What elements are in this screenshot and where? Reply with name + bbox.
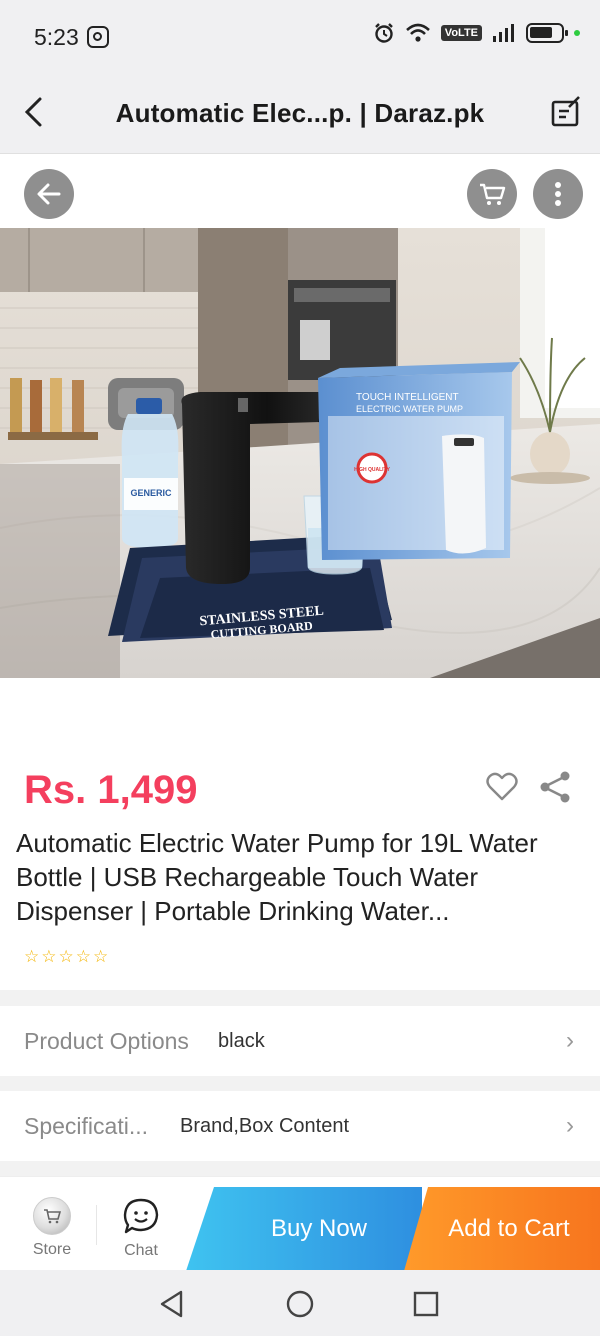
star-icon: ☆ xyxy=(41,947,57,966)
product-title: Automatic Electric Water Pump for 19L Wa… xyxy=(16,828,538,926)
nav-home-icon xyxy=(286,1290,314,1318)
title-bar: Automatic Elec...p. | Daraz.pk xyxy=(0,74,600,154)
share-button[interactable] xyxy=(538,770,574,806)
nav-back-button[interactable] xyxy=(154,1286,190,1322)
status-dot xyxy=(574,30,580,36)
more-button[interactable] xyxy=(533,169,583,219)
alarm-icon xyxy=(374,23,393,43)
box-badge: HIGH QUALITY xyxy=(354,467,390,473)
cart-icon xyxy=(44,1209,61,1224)
product-price: Rs. 1,499 xyxy=(24,768,198,812)
product-info: Rs. 1,499 Automatic Electric Water Pump … xyxy=(0,748,600,990)
bottle-label: GENERIC xyxy=(130,488,172,498)
gallery-action-bar xyxy=(0,154,600,228)
chevron-right-icon: › xyxy=(566,1112,574,1139)
signal-icon xyxy=(493,24,514,42)
back-arrow-icon xyxy=(37,183,61,205)
star-icon: ☆ xyxy=(58,947,74,966)
store-logo xyxy=(33,1197,71,1235)
nav-recents-icon xyxy=(413,1291,439,1317)
status-time: 5:23 xyxy=(34,23,79,50)
rating-stars[interactable]: ☆ ☆ ☆ ☆ ☆ xyxy=(24,948,108,965)
gallery-back-button[interactable] xyxy=(24,169,74,219)
chevron-right-icon: › xyxy=(566,1027,574,1054)
volte-badge: VoLTE xyxy=(440,25,482,41)
star-icon: ☆ xyxy=(93,947,109,966)
store-label: Store xyxy=(32,1241,72,1258)
box-line2: ELECTRIC WATER PUMP xyxy=(356,404,463,414)
product-options-row[interactable]: Product Options black › xyxy=(0,1006,600,1076)
cart-button[interactable] xyxy=(467,169,517,219)
product-options-label: Product Options xyxy=(24,1027,189,1054)
store-button[interactable]: Store xyxy=(18,1197,86,1259)
product-image[interactable]: GENERIC STAINLESS STEEL CUTTING BOARD TO… xyxy=(0,228,600,678)
page-title: Automatic Elec...p. | Daraz.pk xyxy=(115,98,485,128)
more-icon xyxy=(555,182,561,206)
battery-icon xyxy=(526,23,568,43)
status-bar: 5:23 VoLTE xyxy=(0,0,600,74)
share-icon xyxy=(540,771,570,803)
image-spacer xyxy=(0,678,600,748)
chat-button[interactable]: Chat xyxy=(108,1197,174,1260)
specifications-value: Brand,Box Content xyxy=(180,1114,349,1137)
buy-now-button[interactable]: Buy Now xyxy=(186,1187,422,1271)
wifi-icon xyxy=(405,23,430,42)
box-line1: TOUCH INTELLIGENT xyxy=(356,392,459,403)
status-icons: VoLTE xyxy=(373,22,580,44)
nav-back-icon xyxy=(160,1290,183,1318)
nav-home-button[interactable] xyxy=(282,1286,318,1322)
nav-recents-button[interactable] xyxy=(408,1286,444,1322)
product-options-value: black xyxy=(218,1029,265,1052)
edit-button[interactable] xyxy=(546,92,586,132)
add-to-cart-button[interactable]: Add to Cart xyxy=(404,1187,600,1271)
chat-icon xyxy=(123,1198,159,1234)
specifications-label: Specificati... xyxy=(24,1112,148,1139)
back-arrow-icon xyxy=(24,97,42,127)
star-icon: ☆ xyxy=(24,947,40,966)
back-button[interactable] xyxy=(14,92,54,132)
specifications-row[interactable]: Specificati... Brand,Box Content › xyxy=(0,1091,600,1161)
edit-icon xyxy=(551,96,580,127)
bottom-action-bar: Store Chat Buy Now Add to Cart xyxy=(0,1176,600,1271)
cart-icon xyxy=(480,183,506,205)
wishlist-button[interactable] xyxy=(486,772,520,806)
divider xyxy=(96,1205,97,1245)
chat-label: Chat xyxy=(124,1242,158,1259)
product-image-illustration: GENERIC STAINLESS STEEL CUTTING BOARD TO… xyxy=(0,228,600,678)
star-icon: ☆ xyxy=(75,947,91,966)
instagram-icon xyxy=(86,26,109,48)
system-nav-bar xyxy=(0,1270,600,1336)
heart-icon xyxy=(486,772,518,801)
